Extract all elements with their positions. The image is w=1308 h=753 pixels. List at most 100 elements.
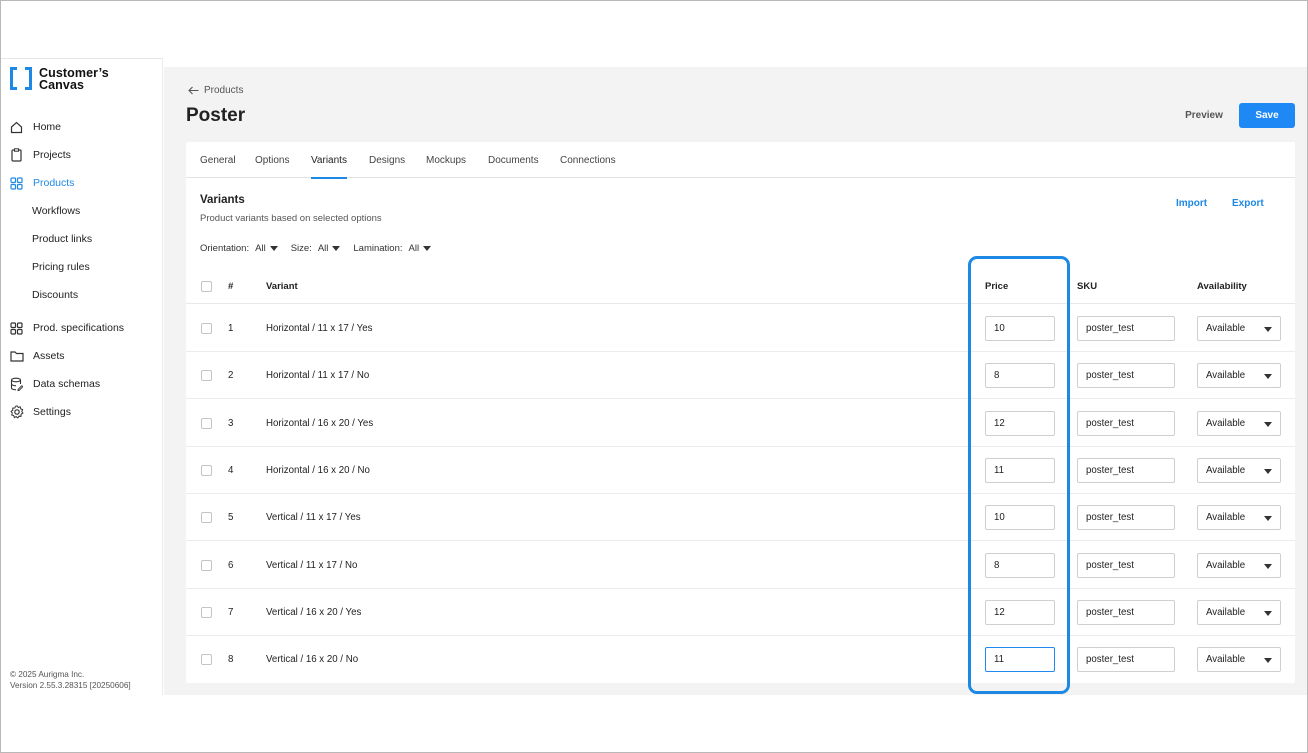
- col-header-price[interactable]: Price: [985, 268, 1008, 304]
- import-button[interactable]: Import: [1176, 198, 1207, 209]
- sidebar-item-assets[interactable]: Assets: [1, 344, 163, 368]
- tab-general[interactable]: General: [200, 142, 236, 178]
- row-checkbox[interactable]: [201, 417, 212, 429]
- filter-size[interactable]: Size: All: [291, 243, 341, 254]
- sidebar-item-home[interactable]: Home: [1, 115, 163, 139]
- availability-select[interactable]: Available: [1197, 457, 1281, 483]
- availability-value: Available: [1206, 654, 1246, 666]
- sidebar-item-label: Assets: [33, 350, 65, 362]
- row-number: 7: [228, 606, 234, 618]
- sidebar-item-label: Projects: [33, 149, 71, 161]
- row-checkbox[interactable]: [201, 559, 212, 571]
- price-cell: 12: [985, 589, 1055, 636]
- sku-input[interactable]: poster_test: [1077, 599, 1175, 625]
- tab-designs[interactable]: Designs: [369, 142, 405, 178]
- availability-cell: Available: [1197, 447, 1281, 494]
- row-select-cell: [201, 494, 212, 541]
- table-row: 4 Horizontal / 16 x 20 / No 11 poster_test A…: [186, 447, 1295, 494]
- export-button[interactable]: Export: [1232, 198, 1264, 209]
- caret-down-icon: [1264, 516, 1272, 522]
- sidebar-item-product-links[interactable]: Product links: [1, 227, 163, 251]
- back-link[interactable]: Products: [188, 85, 243, 96]
- price-input[interactable]: 12: [985, 410, 1055, 436]
- price-input[interactable]: 10: [985, 316, 1055, 341]
- table-row: 8 Vertical / 16 x 20 / No 11 poster_test Ava…: [186, 636, 1295, 683]
- price-cell: 12: [985, 400, 1055, 447]
- availability-cell: Available: [1197, 494, 1281, 541]
- row-checkbox[interactable]: [201, 512, 212, 524]
- availability-cell: Available: [1197, 305, 1281, 352]
- row-select-cell: [201, 352, 212, 399]
- filter-value: All: [255, 243, 266, 254]
- col-header-variant[interactable]: Variant: [266, 268, 298, 304]
- tab-documents[interactable]: Documents: [488, 142, 539, 178]
- sidebar-item-label: Prod. specifications: [33, 322, 125, 334]
- availability-select[interactable]: Available: [1197, 647, 1281, 673]
- preview-button[interactable]: Preview: [1178, 103, 1230, 128]
- price-input[interactable]: 11: [985, 647, 1055, 673]
- select-all-checkbox[interactable]: [201, 280, 212, 292]
- availability-select[interactable]: Available: [1197, 599, 1281, 625]
- save-button[interactable]: Save: [1239, 103, 1295, 128]
- sku-input[interactable]: poster_test: [1077, 410, 1175, 436]
- grid-icon: [9, 321, 24, 336]
- sidebar-item-prod-specifications[interactable]: Prod. specifications: [1, 316, 163, 340]
- folder-icon: [9, 349, 24, 364]
- sidebar-item-workflows[interactable]: Workflows: [1, 199, 163, 223]
- price-input[interactable]: 12: [985, 599, 1055, 625]
- col-header-sku[interactable]: SKU: [1077, 268, 1097, 304]
- availability-select[interactable]: Available: [1197, 552, 1281, 578]
- section-subtitle: Product variants based on selected optio…: [200, 213, 382, 224]
- row-checkbox[interactable]: [201, 654, 212, 666]
- sidebar-item-settings[interactable]: Settings: [1, 400, 163, 424]
- tab-connections[interactable]: Connections: [560, 142, 616, 178]
- sidebar-item-label: Data schemas: [33, 378, 101, 390]
- row-checkbox[interactable]: [201, 606, 212, 618]
- row-checkbox[interactable]: [201, 323, 212, 334]
- sku-input[interactable]: poster_test: [1077, 363, 1175, 389]
- col-header-availability[interactable]: Availability: [1197, 268, 1247, 304]
- sidebar-item-projects[interactable]: Projects: [1, 143, 163, 167]
- brand-line-2: Canvas: [39, 78, 85, 92]
- caret-down-icon: [423, 246, 432, 251]
- price-input[interactable]: 8: [985, 552, 1055, 578]
- availability-value: Available: [1206, 464, 1246, 476]
- sku-input[interactable]: poster_test: [1077, 505, 1175, 531]
- sku-input[interactable]: poster_test: [1077, 316, 1175, 341]
- sidebar-item-pricing-rules[interactable]: Pricing rules: [1, 255, 163, 279]
- price-cell: 8: [985, 352, 1055, 399]
- row-checkbox[interactable]: [201, 464, 212, 476]
- row-number: 8: [228, 654, 234, 666]
- price-input[interactable]: 8: [985, 363, 1055, 389]
- availability-select[interactable]: Available: [1197, 363, 1281, 389]
- tab-mockups[interactable]: Mockups: [426, 142, 466, 178]
- sku-input[interactable]: poster_test: [1077, 647, 1175, 673]
- availability-select[interactable]: Available: [1197, 505, 1281, 531]
- sku-input[interactable]: poster_test: [1077, 457, 1175, 483]
- tab-options[interactable]: Options: [255, 142, 289, 178]
- availability-select[interactable]: Available: [1197, 410, 1281, 436]
- row-select-cell: [201, 589, 212, 636]
- row-checkbox[interactable]: [201, 370, 212, 382]
- availability-cell: Available: [1197, 400, 1281, 447]
- price-input[interactable]: 10: [985, 505, 1055, 531]
- price-cell: 10: [985, 305, 1055, 352]
- sku-input[interactable]: poster_test: [1077, 552, 1175, 578]
- caret-down-icon: [1264, 374, 1272, 380]
- brand-logo[interactable]: Customer’s Canvas: [10, 67, 109, 91]
- filter-orientation[interactable]: Orientation: All: [200, 243, 278, 254]
- sidebar-item-products[interactable]: Products: [1, 171, 163, 195]
- price-input[interactable]: 11: [985, 457, 1055, 483]
- filter-bar: Orientation: All Size: All Lamination: A…: [200, 243, 444, 254]
- sidebar-item-discounts[interactable]: Discounts: [1, 283, 163, 307]
- filter-lamination[interactable]: Lamination: All: [353, 243, 432, 254]
- caret-down-icon: [1264, 421, 1272, 427]
- variant-name: Vertical / 16 x 20 / No: [266, 654, 359, 666]
- availability-value: Available: [1206, 370, 1246, 382]
- sidebar-item-data-schemas[interactable]: Data schemas: [1, 372, 163, 396]
- caret-down-icon: [1264, 327, 1272, 332]
- tab-variants[interactable]: Variants: [311, 142, 347, 179]
- availability-cell: Available: [1197, 636, 1281, 683]
- sidebar-item-label: Workflows: [32, 205, 81, 217]
- availability-select[interactable]: Available: [1197, 316, 1281, 341]
